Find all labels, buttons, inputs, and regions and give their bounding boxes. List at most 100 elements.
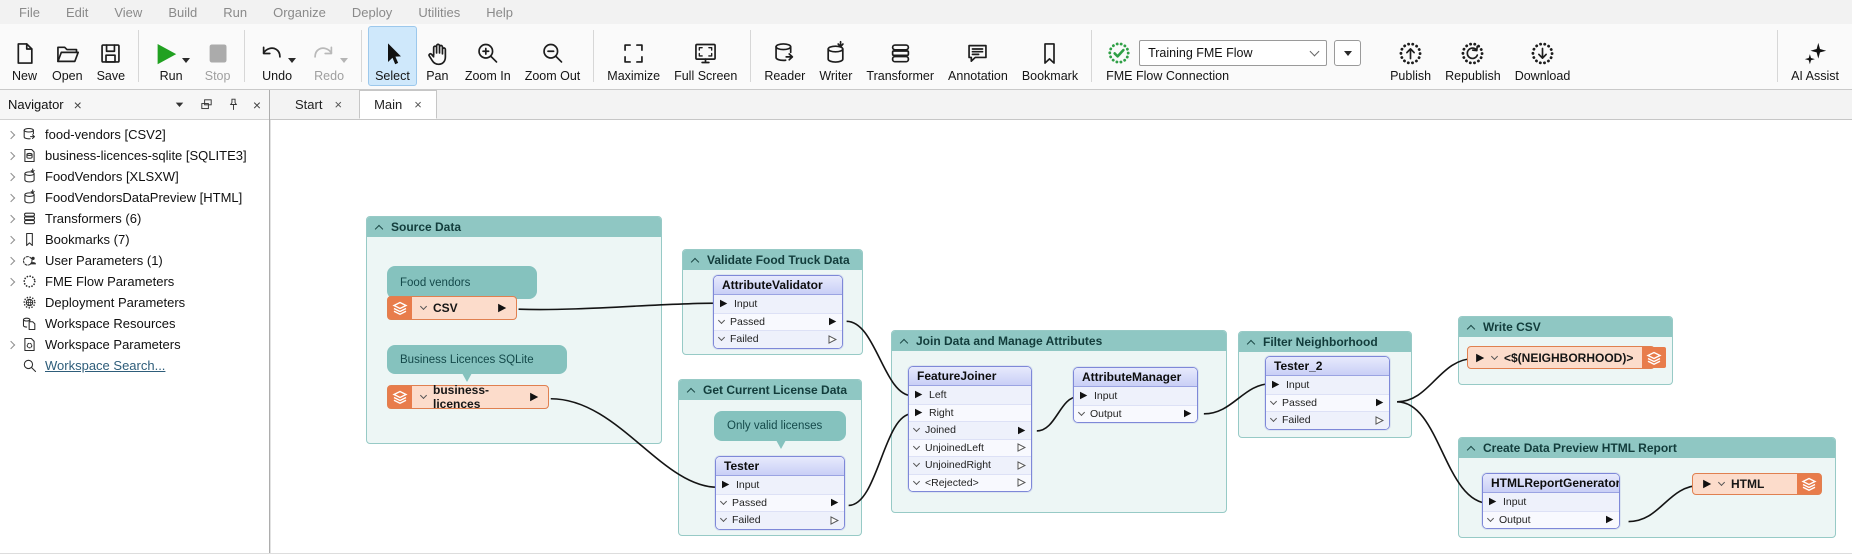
close-panel-icon[interactable]: × — [253, 97, 261, 113]
expand-chevron-icon[interactable] — [7, 172, 15, 180]
tab-start[interactable]: Start × — [280, 90, 357, 119]
nav-item-food-vendors[interactable]: food-vendors [CSV2] — [0, 124, 269, 145]
port-joined[interactable]: Joined — [909, 421, 1031, 439]
republish-button[interactable]: Republish — [1438, 26, 1508, 86]
expand-chevron-icon[interactable] — [7, 340, 15, 348]
publish-button[interactable]: Publish — [1383, 26, 1438, 86]
full-screen-button[interactable]: Full Screen — [667, 26, 744, 86]
add-writer-button[interactable]: Writer — [812, 26, 859, 86]
port-unjoinedleft[interactable]: UnjoinedLeft — [909, 439, 1031, 457]
collapse-chevron-icon[interactable] — [1467, 324, 1475, 332]
menu-view[interactable]: View — [101, 2, 155, 23]
zoom-out-button[interactable]: Zoom Out — [518, 26, 588, 86]
menu-build[interactable]: Build — [155, 2, 210, 23]
input-port-icon[interactable] — [1702, 479, 1712, 489]
nav-item-fme-flow-parameters[interactable]: FME Flow Parameters — [0, 271, 269, 292]
collapse-chevron-icon[interactable] — [1247, 339, 1255, 347]
annotation-only-valid-licenses[interactable]: Only valid licenses — [714, 411, 846, 441]
connection-dropdown-button[interactable] — [1334, 40, 1361, 66]
nav-item-deployment-parameters[interactable]: Deployment Parameters — [0, 292, 269, 313]
add-reader-button[interactable]: Reader — [757, 26, 812, 86]
input-port-icon[interactable] — [1475, 353, 1485, 363]
node-featurejoiner[interactable]: FeatureJoiner Left Right Joined — [908, 366, 1032, 492]
bookmark-header[interactable]: Get Current License Data — [679, 380, 861, 400]
port-left[interactable]: Left — [909, 386, 1031, 404]
expand-chevron-icon[interactable] — [7, 130, 15, 138]
menu-help[interactable]: Help — [473, 2, 526, 23]
add-bookmark-button[interactable]: Bookmark — [1015, 26, 1085, 86]
add-annotation-button[interactable]: Annotation — [941, 26, 1015, 86]
bookmark-header[interactable]: Write CSV — [1459, 317, 1672, 337]
chevron-down-icon[interactable] — [1718, 479, 1725, 486]
bookmark-header[interactable]: Filter Neighborhood — [1239, 332, 1411, 352]
chevron-down-icon[interactable] — [420, 392, 427, 399]
port-failed[interactable]: Failed — [716, 511, 844, 529]
expand-chevron-icon[interactable] — [7, 151, 15, 159]
expand-chevron-icon[interactable] — [7, 277, 15, 285]
ai-assist-button[interactable]: AI Assist — [1784, 26, 1846, 86]
undo-dropdown-caret[interactable] — [288, 58, 296, 63]
collapse-chevron-icon[interactable] — [375, 224, 383, 232]
chevron-down-icon[interactable] — [1491, 352, 1498, 359]
bookmark-header[interactable]: Join Data and Manage Attributes — [892, 331, 1226, 351]
nav-item-foodvendorsdatapreview[interactable]: FoodVendorsDataPreview [HTML] — [0, 187, 269, 208]
run-dropdown-caret[interactable] — [182, 58, 190, 63]
download-button[interactable]: Download — [1508, 26, 1578, 86]
menu-utilities[interactable]: Utilities — [405, 2, 473, 23]
port-rejected[interactable]: <Rejected> — [909, 474, 1031, 492]
nav-item-workspace-search[interactable]: Workspace Search... — [0, 355, 269, 376]
port-passed[interactable]: Passed — [716, 494, 844, 512]
node-csv-reader[interactable]: CSV — [387, 296, 517, 320]
port-input[interactable]: Input — [1266, 376, 1389, 394]
pan-tool-button[interactable]: Pan — [417, 26, 458, 86]
menu-organize[interactable]: Organize — [260, 2, 339, 23]
undo-button[interactable]: Undo — [251, 26, 303, 86]
navigator-menu-caret-icon[interactable] — [172, 97, 187, 112]
port-output[interactable]: Output — [1483, 511, 1619, 529]
port-passed[interactable]: Passed — [714, 313, 842, 331]
node-neighborhood-csv-writer[interactable]: <$(NEIGHBORHOOD)> — [1467, 346, 1655, 369]
port-passed[interactable]: Passed — [1266, 394, 1389, 412]
nav-item-transformers[interactable]: Transformers (6) — [0, 208, 269, 229]
collapse-chevron-icon[interactable] — [687, 387, 695, 395]
save-button[interactable]: Save — [90, 26, 133, 86]
port-input[interactable]: Input — [716, 476, 844, 494]
close-tab-icon[interactable]: × — [414, 97, 422, 112]
collapse-chevron-icon[interactable] — [900, 338, 908, 346]
navigator-tab-close-icon[interactable]: × — [74, 97, 82, 113]
port-failed[interactable]: Failed — [714, 330, 842, 348]
add-transformer-button[interactable]: Transformer — [859, 26, 941, 86]
open-button[interactable]: Open — [45, 26, 90, 86]
new-button[interactable]: New — [4, 26, 45, 86]
annotation-food-vendors[interactable]: Food vendors — [387, 266, 537, 299]
select-tool-button[interactable]: Select — [368, 26, 417, 86]
zoom-in-button[interactable]: Zoom In — [458, 26, 518, 86]
port-input[interactable]: Input — [1483, 493, 1619, 511]
port-failed[interactable]: Failed — [1266, 411, 1389, 429]
fme-flow-connection-select[interactable]: Training FME Flow — [1139, 40, 1327, 66]
bookmark-header[interactable]: Create Data Preview HTML Report — [1459, 438, 1835, 458]
workflow-canvas[interactable]: Source Data Validate Food Truck Data Get… — [270, 120, 1852, 554]
chevron-down-icon[interactable] — [420, 303, 427, 310]
annotation-business-licences-sqlite[interactable]: Business Licences SQLite — [387, 345, 567, 374]
node-attributemanager[interactable]: AttributeManager Input Output — [1073, 367, 1198, 423]
expand-chevron-icon[interactable] — [7, 235, 15, 243]
collapse-chevron-icon[interactable] — [1467, 445, 1475, 453]
expand-chevron-icon[interactable] — [7, 256, 15, 264]
node-htmlreportgenerator[interactable]: HTMLReportGenerator Input Output — [1482, 473, 1620, 529]
nav-item-user-parameters[interactable]: User Parameters (1) — [0, 250, 269, 271]
menu-edit[interactable]: Edit — [53, 2, 101, 23]
nav-item-bookmarks[interactable]: Bookmarks (7) — [0, 229, 269, 250]
tab-main[interactable]: Main × — [359, 90, 437, 119]
close-tab-icon[interactable]: × — [334, 97, 342, 112]
maximize-button[interactable]: Maximize — [600, 26, 667, 86]
nav-item-workspace-parameters[interactable]: Workspace Parameters — [0, 334, 269, 355]
node-business-licences-reader[interactable]: business-licences — [387, 385, 549, 409]
port-input[interactable]: Input — [1074, 387, 1197, 405]
nav-item-workspace-resources[interactable]: Workspace Resources — [0, 313, 269, 334]
expand-chevron-icon[interactable] — [7, 193, 15, 201]
float-panel-icon[interactable] — [199, 97, 214, 112]
node-tester[interactable]: Tester Input Passed Failed — [715, 456, 845, 530]
bookmark-header[interactable]: Validate Food Truck Data — [683, 250, 862, 270]
expand-chevron-icon[interactable] — [7, 214, 15, 222]
